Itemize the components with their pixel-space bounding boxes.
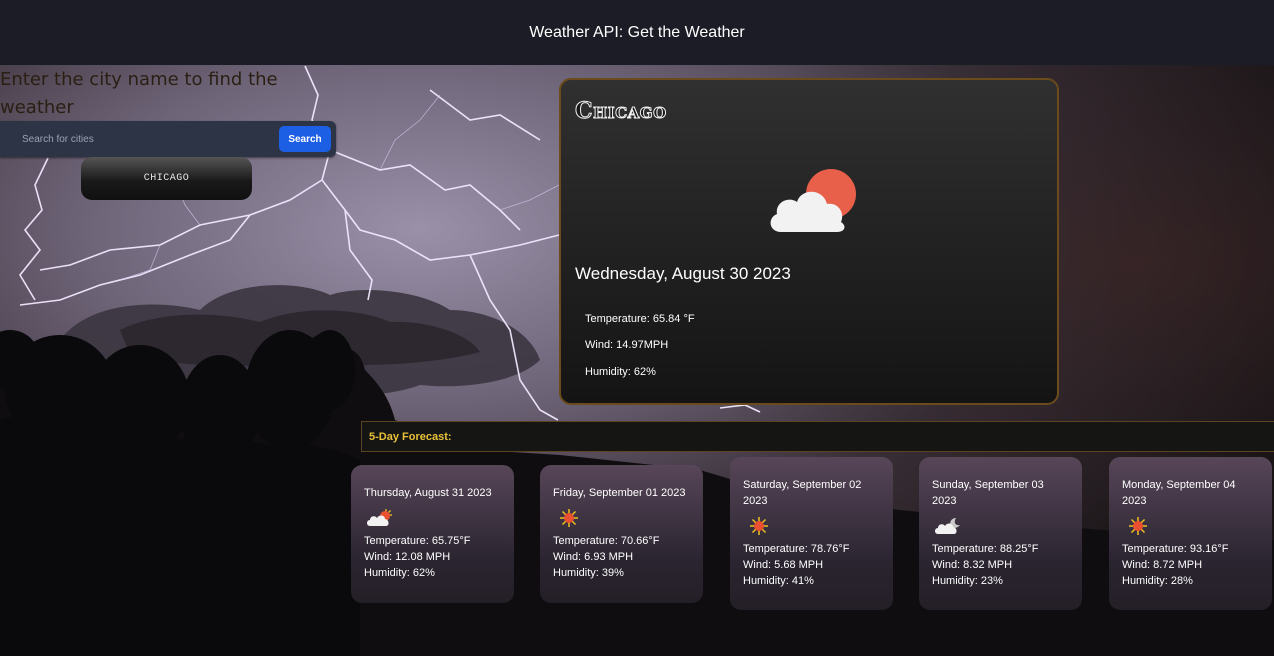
forecast-temperature: Temperature: 70.66°F — [553, 535, 660, 547]
clear-sun-icon — [745, 511, 880, 541]
history-city-button[interactable]: CHICAGO — [81, 157, 252, 200]
forecast-humidity: Humidity: 62% — [364, 567, 435, 579]
search-prompt: Enter the city name to find the weather — [0, 69, 278, 118]
forecast-humidity: Humidity: 41% — [743, 575, 814, 587]
forecast-card: Monday, September 04 2023 Temperature: 9… — [1109, 457, 1272, 610]
forecast-wind: Wind: 8.32 MPH — [932, 559, 1013, 571]
clear-sun-icon — [1124, 511, 1259, 541]
current-date: Wednesday, August 30 2023 — [575, 264, 791, 283]
current-humidity: Humidity: 62% — [585, 366, 656, 378]
forecast-wind: Wind: 6.93 MPH — [553, 551, 634, 563]
partly-cloudy-icon — [767, 166, 863, 241]
forecast-date: Sunday, September 03 2023 — [932, 479, 1044, 507]
forecast-wind: Wind: 12.08 MPH — [364, 551, 451, 563]
page-title: Weather API: Get the Weather — [529, 23, 745, 41]
few-clouds-icon — [366, 503, 501, 533]
forecast-date: Monday, September 04 2023 — [1122, 479, 1236, 507]
clear-sun-icon — [555, 503, 690, 533]
current-temperature: Temperature: 65.84 °F — [585, 313, 695, 325]
search-button[interactable]: Search — [279, 126, 331, 152]
night-cloud-icon — [934, 511, 1069, 541]
forecast-humidity: Humidity: 28% — [1122, 575, 1193, 587]
forecast-date: Saturday, September 02 2023 — [743, 479, 862, 507]
forecast-wind: Wind: 5.68 MPH — [743, 559, 824, 571]
forecast-temperature: Temperature: 78.76°F — [743, 543, 850, 555]
forecast-title: 5-Day Forecast: — [369, 431, 452, 443]
forecast-temperature: Temperature: 65.75°F — [364, 535, 471, 547]
forecast-date: Friday, September 01 2023 — [553, 487, 686, 499]
current-wind: Wind: 14.97MPH — [585, 339, 669, 351]
app-header: Weather API: Get the Weather — [0, 0, 1274, 65]
search-bar: Search — [0, 121, 336, 157]
forecast-date: Thursday, August 31 2023 — [364, 487, 492, 499]
forecast-humidity: Humidity: 39% — [553, 567, 624, 579]
forecast-header: 5-Day Forecast: — [361, 421, 1274, 452]
forecast-temperature: Temperature: 88.25°F — [932, 543, 1039, 555]
forecast-temperature: Temperature: 93.16°F — [1122, 543, 1229, 555]
forecast-humidity: Humidity: 23% — [932, 575, 1003, 587]
search-input[interactable] — [22, 121, 272, 157]
current-weather-card: Chicago Wednesday, August 30 2023 Temper… — [559, 78, 1059, 405]
forecast-card: Thursday, August 31 2023 Temperature: 65… — [351, 465, 514, 603]
city-name: Chicago — [575, 98, 667, 125]
forecast-wind: Wind: 8.72 MPH — [1122, 559, 1203, 571]
forecast-card: Friday, September 01 2023 Temperature: 7… — [540, 465, 703, 603]
forecast-card: Saturday, September 02 2023 Temperature:… — [730, 457, 893, 610]
forecast-card: Sunday, September 03 2023 Temperature: 8… — [919, 457, 1082, 610]
